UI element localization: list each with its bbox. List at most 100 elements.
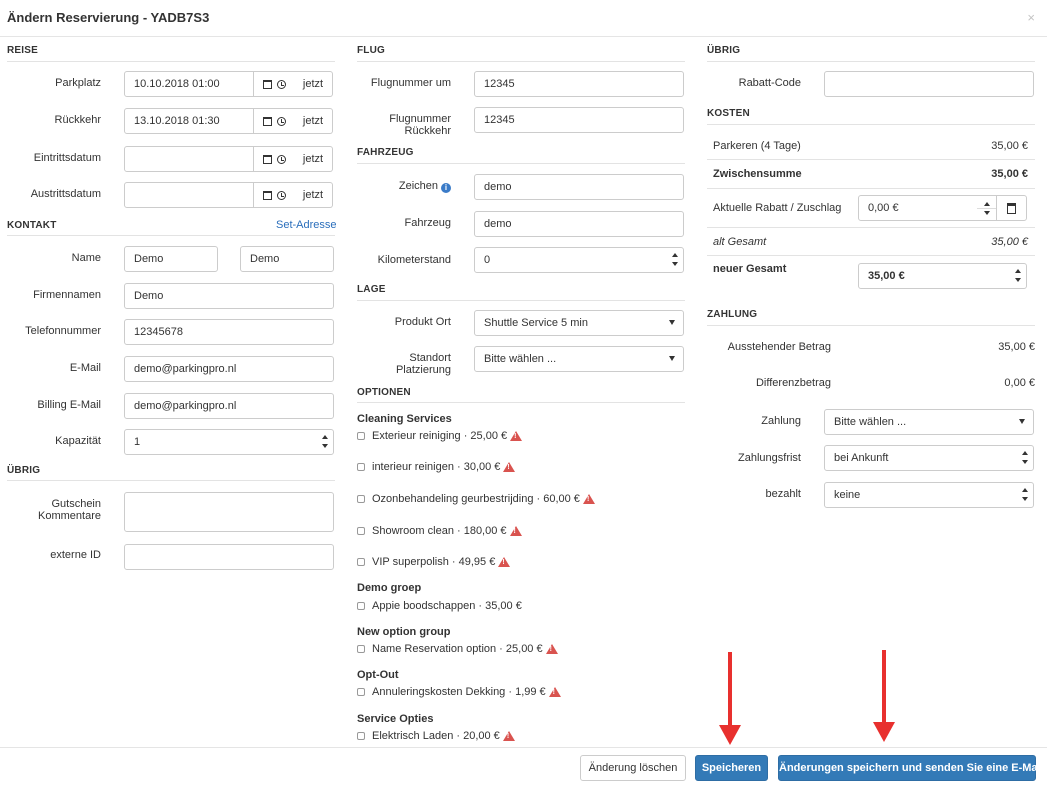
product-value: Shuttle Service 5 min (484, 317, 588, 329)
option-item[interactable]: Elektrisch Laden · 20,00 € (357, 730, 515, 742)
section-fahrzeug: FAHRZEUG (357, 147, 414, 158)
discard-changes-button[interactable]: Änderung löschen (580, 755, 686, 781)
option-item[interactable]: Exterieur reiniging · 25,00 € (357, 430, 523, 442)
lastname-input[interactable]: Demo (240, 246, 334, 272)
company-label: Firmennamen (33, 289, 101, 301)
flight-return-label: Flugnummer Rückkehr (357, 113, 451, 137)
datetime-picker-button[interactable] (253, 71, 295, 97)
comment-textarea[interactable] (124, 492, 334, 532)
comment-label: Gutschein Kommentare (7, 498, 101, 522)
section-uebrig-right: ÜBRIG (707, 45, 741, 56)
option-group-title: Cleaning Services (357, 413, 452, 425)
name-label: Name (71, 252, 101, 264)
discount-code-input[interactable] (824, 71, 1034, 97)
rueckkehr-input[interactable]: 13.10.2018 01:30 (124, 108, 254, 134)
checkbox[interactable] (357, 688, 365, 696)
phone-input[interactable]: 12345678 (124, 319, 334, 345)
info-icon[interactable]: i (441, 183, 451, 193)
section-flug: FLUG (357, 45, 386, 56)
payment-select[interactable]: Bitte wählen ... (824, 409, 1034, 435)
paid-label: bezahlt (765, 488, 801, 500)
option-item[interactable]: Name Reservation option · 25,00 € (357, 643, 558, 655)
section-kosten: KOSTEN (707, 108, 750, 119)
save-and-email-button[interactable]: Änderungen speichern und senden Sie eine… (778, 755, 1044, 781)
now-button[interactable]: jetzt (294, 182, 333, 208)
warning-icon (548, 687, 561, 697)
option-item[interactable]: Showroom clean · 180,00 € (357, 525, 522, 537)
adjustment-spinner[interactable] (977, 195, 997, 221)
warning-icon (582, 494, 595, 504)
divider (7, 61, 335, 62)
subtotal-label: Zwischensumme (713, 168, 802, 180)
warning-icon (509, 526, 522, 536)
now-button[interactable]: jetzt (294, 71, 333, 97)
comment-label-line1: Gutschein (51, 498, 101, 510)
external-id-label: externe ID (50, 549, 101, 561)
paid-select[interactable]: keine (824, 482, 1034, 508)
option-item[interactable]: interieur reinigen · 30,00 € (357, 461, 516, 473)
divider (707, 188, 1035, 189)
plate-input[interactable]: demo (474, 174, 684, 200)
flight-return-label-line2: Rückkehr (404, 125, 451, 137)
adjustment-label: Aktuelle Rabatt / Zuschlag (713, 202, 842, 214)
capacity-label: Kapazität (55, 435, 101, 447)
vehicle-input[interactable]: demo (474, 211, 684, 237)
checkbox[interactable] (357, 463, 365, 471)
now-button[interactable]: jetzt (294, 108, 333, 134)
modal-title: Ändern Reservierung - YADB7S3 (7, 10, 210, 25)
km-input[interactable]: 0 (474, 247, 684, 273)
flight-return-input[interactable]: 12345 (474, 107, 684, 133)
option-group-title: Demo groep (357, 582, 422, 594)
flight-out-input[interactable]: 12345 (474, 71, 684, 97)
calculator-button[interactable] (996, 195, 1027, 221)
plate-label: Zeichen i (357, 180, 451, 193)
warning-icon (510, 431, 523, 441)
option-item[interactable]: VIP superpolish · 49,95 € (357, 556, 511, 568)
new-total-input[interactable]: 35,00 € (858, 263, 1027, 289)
datetime-picker-button[interactable] (253, 182, 295, 208)
save-button[interactable]: Speicheren (695, 755, 768, 781)
section-kontakt: KONTAKT (7, 220, 57, 231)
updown-icon (321, 433, 329, 451)
external-id-input[interactable] (124, 544, 334, 570)
option-label: interieur reinigen · 30,00 € (372, 461, 501, 473)
eintritt-input[interactable] (124, 146, 254, 172)
parkplatz-input[interactable]: 10.10.2018 01:00 (124, 71, 254, 97)
austritt-input[interactable] (124, 182, 254, 208)
product-select[interactable]: Shuttle Service 5 min (474, 310, 684, 336)
option-label: Elektrisch Laden · 20,00 € (372, 730, 500, 742)
option-group-title: New option group (357, 626, 451, 638)
plate-label-text: Zeichen (398, 180, 438, 192)
payment-term-select[interactable]: bei Ankunft (824, 445, 1034, 471)
company-input[interactable]: Demo (124, 283, 334, 309)
number-spinner-icon[interactable] (1014, 267, 1022, 285)
close-icon[interactable]: × (1027, 10, 1035, 25)
datetime-picker-button[interactable] (253, 108, 295, 134)
checkbox[interactable] (357, 495, 365, 503)
checkbox[interactable] (357, 602, 365, 610)
billing-email-input[interactable]: demo@parkingpro.nl (124, 393, 334, 419)
calendar-icon (262, 79, 272, 89)
checkbox[interactable] (357, 527, 365, 535)
capacity-select[interactable]: 1 (124, 429, 334, 455)
location-select[interactable]: Bitte wählen ... (474, 346, 684, 372)
now-button[interactable]: jetzt (294, 146, 333, 172)
adjustment-input[interactable]: 0,00 € (858, 195, 978, 221)
divider (707, 255, 1035, 256)
checkbox[interactable] (357, 432, 365, 440)
checkbox[interactable] (357, 645, 365, 653)
set-address-link[interactable]: Set-Adresse (276, 219, 337, 231)
vehicle-label: Fahrzeug (404, 217, 451, 229)
checkbox[interactable] (357, 732, 365, 740)
divider (707, 227, 1035, 228)
annotation-arrow-down (873, 650, 895, 742)
email-input[interactable]: demo@parkingpro.nl (124, 356, 334, 382)
option-item[interactable]: Annuleringskosten Dekking · 1,99 € (357, 686, 561, 698)
number-spinner-icon[interactable] (671, 251, 679, 269)
datetime-picker-button[interactable] (253, 146, 295, 172)
checkbox[interactable] (357, 558, 365, 566)
option-item[interactable]: Ozonbehandeling geurbestrijding · 60,00 … (357, 493, 595, 505)
firstname-input[interactable]: Demo (124, 246, 218, 272)
divider (707, 124, 1035, 125)
option-item[interactable]: Appie boodschappen · 35,00 € (357, 600, 522, 612)
